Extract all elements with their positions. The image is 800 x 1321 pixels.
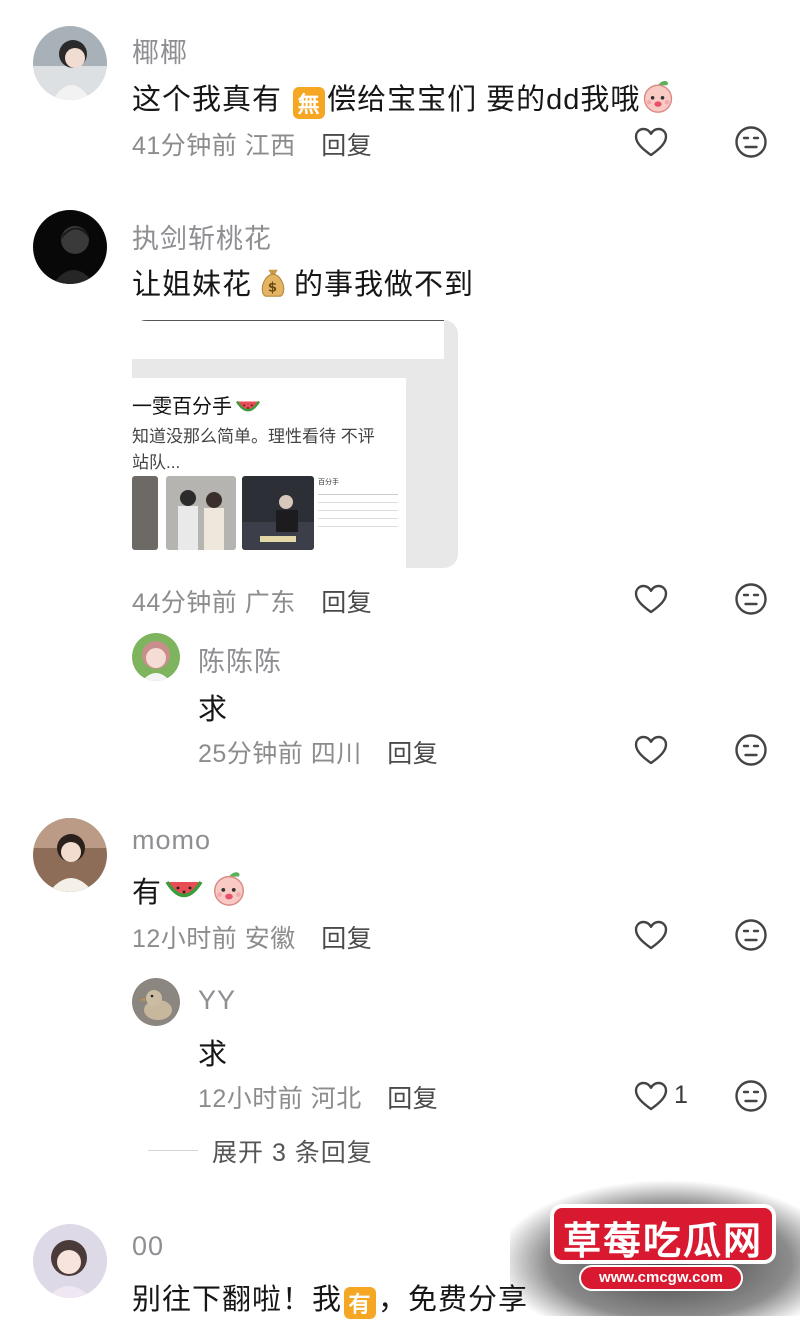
watermark-url: www.cmcgw.com (599, 1269, 723, 1286)
heart-icon[interactable] (633, 581, 669, 617)
reply-button[interactable]: 回复 (321, 589, 372, 617)
avatar[interactable] (33, 818, 107, 892)
thumbnail (132, 476, 158, 550)
avatar[interactable] (132, 633, 180, 681)
reply-text: 求 (198, 1039, 229, 1071)
card-text-line: 知道没那么简单。理性看待 不评 (132, 427, 375, 446)
card-text-line: 站队... (132, 453, 181, 472)
username[interactable]: 执剑斩桃花 (132, 217, 272, 256)
thumbnail (242, 476, 314, 550)
comment-meta: 12小时前 安徽 回复 (132, 919, 372, 955)
expand-replies-button[interactable]: 展开 3 条回复 (212, 1133, 373, 1169)
reply-button[interactable]: 回复 (387, 1085, 438, 1113)
avatar[interactable] (132, 978, 180, 1026)
comment-text-part: 的事我做不到 (294, 269, 475, 301)
dislike-face-icon[interactable] (733, 581, 769, 617)
timestamp: 12小时前 (198, 1085, 304, 1113)
peach-emoji (210, 869, 248, 915)
comment-text: 这个我真有 無偿给宝宝们 要的dd我哦 (132, 76, 676, 122)
card-title: 一雯百分手 (132, 390, 261, 424)
comment-text-part: 这个我真有 (132, 84, 283, 116)
comment-text-part: 别往下翻啦！我 (132, 1284, 343, 1316)
timestamp: 41分钟前 (132, 132, 238, 160)
comment-text: 别往下翻啦！我有，免费分享 (132, 1276, 528, 1319)
timestamp: 12小时前 (132, 925, 238, 953)
peach-emoji (640, 78, 676, 122)
reply-meta: 25分钟前 四川 回复 (198, 734, 438, 770)
avatar[interactable] (33, 210, 107, 284)
avatar[interactable] (33, 1224, 107, 1298)
heart-icon[interactable] (633, 1078, 669, 1114)
comment-text-part: 偿给宝宝们 要的dd我哦 (327, 84, 641, 116)
dislike-face-icon[interactable] (733, 1078, 769, 1114)
reply-button[interactable]: 回复 (321, 132, 372, 160)
thumbnail (166, 476, 236, 550)
like-count: 1 (674, 1081, 688, 1109)
comment-text-part: 有 (132, 877, 163, 909)
location: 广东 (244, 589, 296, 617)
shared-post-card[interactable]: 一雯百分手 知道没那么简单。理性看待 不评 站队... 百分手 (132, 320, 458, 568)
watermelon-emoji (235, 398, 261, 424)
site-watermark: 草莓吃瓜网 www.cmcgw.com (510, 1180, 800, 1316)
comment-text-part: 让姐妹花 (132, 269, 253, 301)
dislike-face-icon[interactable] (733, 124, 769, 160)
heart-icon[interactable] (633, 917, 669, 953)
card-content: 一雯百分手 知道没那么简单。理性看待 不评 站队... 百分手 (132, 378, 406, 568)
comment-text: 有 (132, 869, 248, 915)
reply-text: 求 (198, 694, 229, 726)
divider (148, 1150, 198, 1151)
card-top-strip (132, 320, 444, 359)
reply-button[interactable]: 回复 (387, 740, 438, 768)
comment-meta: 44分钟前 广东 回复 (132, 583, 372, 619)
reply-meta: 12小时前 河北 回复 (198, 1079, 438, 1115)
comment-text: 让姐妹花 的事我做不到 (132, 261, 474, 307)
username[interactable]: 陈陈陈 (198, 640, 282, 679)
username[interactable]: 00 (132, 1231, 164, 1262)
watermark-title: 草莓吃瓜网 (562, 1219, 763, 1263)
money-bag-emoji (256, 265, 290, 307)
card-mini-text: 百分手 (318, 478, 398, 530)
have-badge: 有 (344, 1287, 377, 1319)
location: 安徽 (244, 925, 296, 953)
heart-icon[interactable] (633, 732, 669, 768)
location: 四川 (310, 740, 362, 768)
free-badge: 無 (293, 87, 326, 119)
watermelon-emoji (164, 877, 204, 915)
username[interactable]: momo (132, 825, 211, 856)
reply-button[interactable]: 回复 (321, 925, 372, 953)
dislike-face-icon[interactable] (733, 917, 769, 953)
avatar[interactable] (33, 26, 107, 100)
location: 河北 (310, 1085, 362, 1113)
username[interactable]: 椰椰 (132, 31, 188, 70)
username[interactable]: YY (198, 985, 236, 1016)
timestamp: 44分钟前 (132, 589, 238, 617)
location: 江西 (244, 132, 296, 160)
comment-meta: 41分钟前 江西 回复 (132, 126, 372, 162)
timestamp: 25分钟前 (198, 740, 304, 768)
dislike-face-icon[interactable] (733, 732, 769, 768)
heart-icon[interactable] (633, 124, 669, 160)
comment-text-part: ，免费分享 (378, 1284, 529, 1316)
